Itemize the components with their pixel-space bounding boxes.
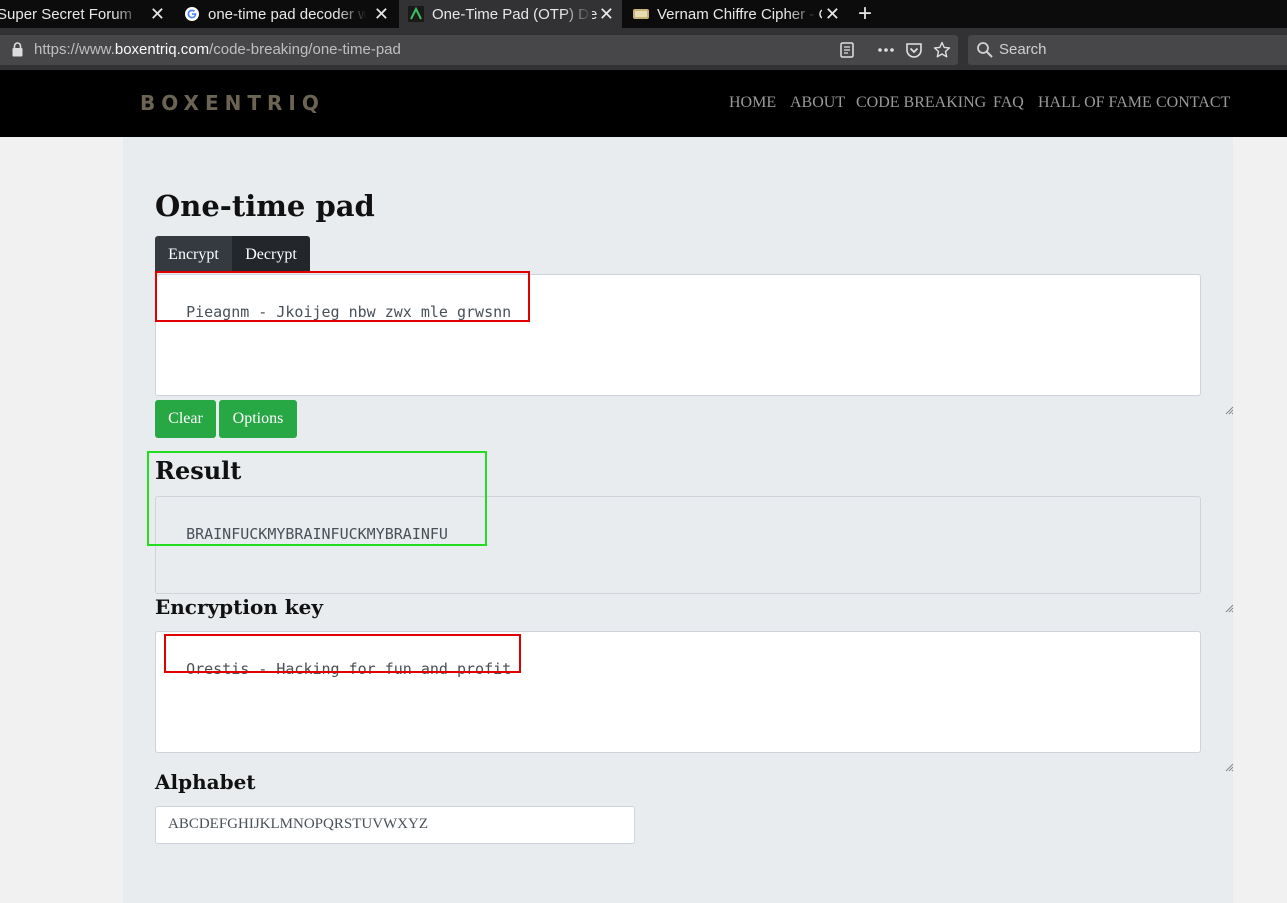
site-header: BOXENTRIQ HOME ABOUT CODE BREAKING FAQ H… — [0, 70, 1287, 137]
page-title: One-time pad — [155, 189, 375, 223]
tab-title-fade — [337, 0, 367, 28]
boxentriq-favicon-icon — [408, 6, 424, 22]
nav-faq[interactable]: FAQ — [993, 94, 1024, 112]
tab-title-fade — [113, 0, 143, 28]
search-bar[interactable]: Search — [968, 35, 1287, 65]
site-logo[interactable]: BOXENTRIQ — [140, 91, 325, 115]
nav-about[interactable]: ABOUT — [790, 94, 845, 112]
url-domain: boxentriq.com — [114, 41, 210, 58]
reader-view-icon[interactable] — [838, 41, 856, 59]
search-placeholder: Search — [999, 41, 1047, 58]
url-text: https://www.boxentriq.com/code-breaking/… — [34, 41, 401, 58]
pocket-icon[interactable] — [905, 41, 923, 59]
page-actions-icon[interactable] — [877, 41, 895, 59]
tab-otp-decoder-search[interactable]: one-time pad decoder wi ✕ — [175, 0, 397, 28]
tab-one-time-pad[interactable]: One-Time Pad (OTP) Dec ✕ — [399, 0, 622, 28]
browser-tab-strip: Super Secret Forum ✕ one-time pad decode… — [0, 0, 1287, 28]
bookmark-star-icon[interactable] — [933, 41, 951, 59]
dcode-favicon-icon — [633, 6, 649, 22]
tab-decrypt[interactable]: Decrypt — [232, 236, 310, 273]
search-icon — [976, 41, 994, 59]
annotation-box-key — [164, 634, 521, 673]
google-icon — [184, 6, 200, 22]
tab-super-secret-forum[interactable]: Super Secret Forum ✕ — [0, 0, 173, 28]
url-bar[interactable]: https://www.boxentriq.com/code-breaking/… — [0, 35, 958, 65]
close-icon[interactable]: ✕ — [599, 4, 614, 25]
annotation-box-result — [147, 451, 487, 546]
close-icon[interactable]: ✕ — [374, 4, 389, 25]
encryption-key-heading: Encryption key — [155, 595, 323, 619]
annotation-box-ciphertext — [155, 271, 530, 322]
tab-title-fade — [562, 0, 592, 28]
alphabet-input[interactable]: ABCDEFGHIJKLMNOPQRSTUVWXYZ — [155, 806, 635, 844]
nav-home[interactable]: HOME — [729, 94, 776, 112]
resize-grip-icon[interactable] — [1188, 740, 1234, 772]
url-path: /code-breaking/one-time-pad — [209, 41, 401, 58]
tab-title-fade — [788, 0, 818, 28]
nav-hall-of-fame[interactable]: HALL OF FAME — [1038, 94, 1152, 112]
alphabet-value: ABCDEFGHIJKLMNOPQRSTUVWXYZ — [168, 816, 429, 832]
lock-icon — [12, 42, 23, 57]
page-gutter-left — [0, 137, 123, 903]
tab-vernam-cipher[interactable]: Vernam Chiffre Cipher - C ✕ — [624, 0, 848, 28]
resize-grip-icon[interactable] — [1188, 383, 1234, 415]
clear-button[interactable]: Clear — [155, 400, 216, 438]
url-prefix: https://www. — [34, 41, 115, 58]
options-button[interactable]: Options — [219, 400, 297, 438]
new-tab-button[interactable]: + — [852, 0, 878, 28]
nav-contact[interactable]: CONTACT — [1156, 94, 1230, 112]
alphabet-heading: Alphabet — [155, 770, 256, 794]
close-icon[interactable]: ✕ — [150, 4, 165, 25]
resize-grip-icon[interactable] — [1188, 581, 1234, 613]
close-icon[interactable]: ✕ — [825, 4, 840, 25]
nav-code-breaking[interactable]: CODE BREAKING — [856, 94, 986, 112]
tab-encrypt[interactable]: Encrypt — [155, 236, 232, 273]
page-gutter-right — [1233, 137, 1287, 903]
